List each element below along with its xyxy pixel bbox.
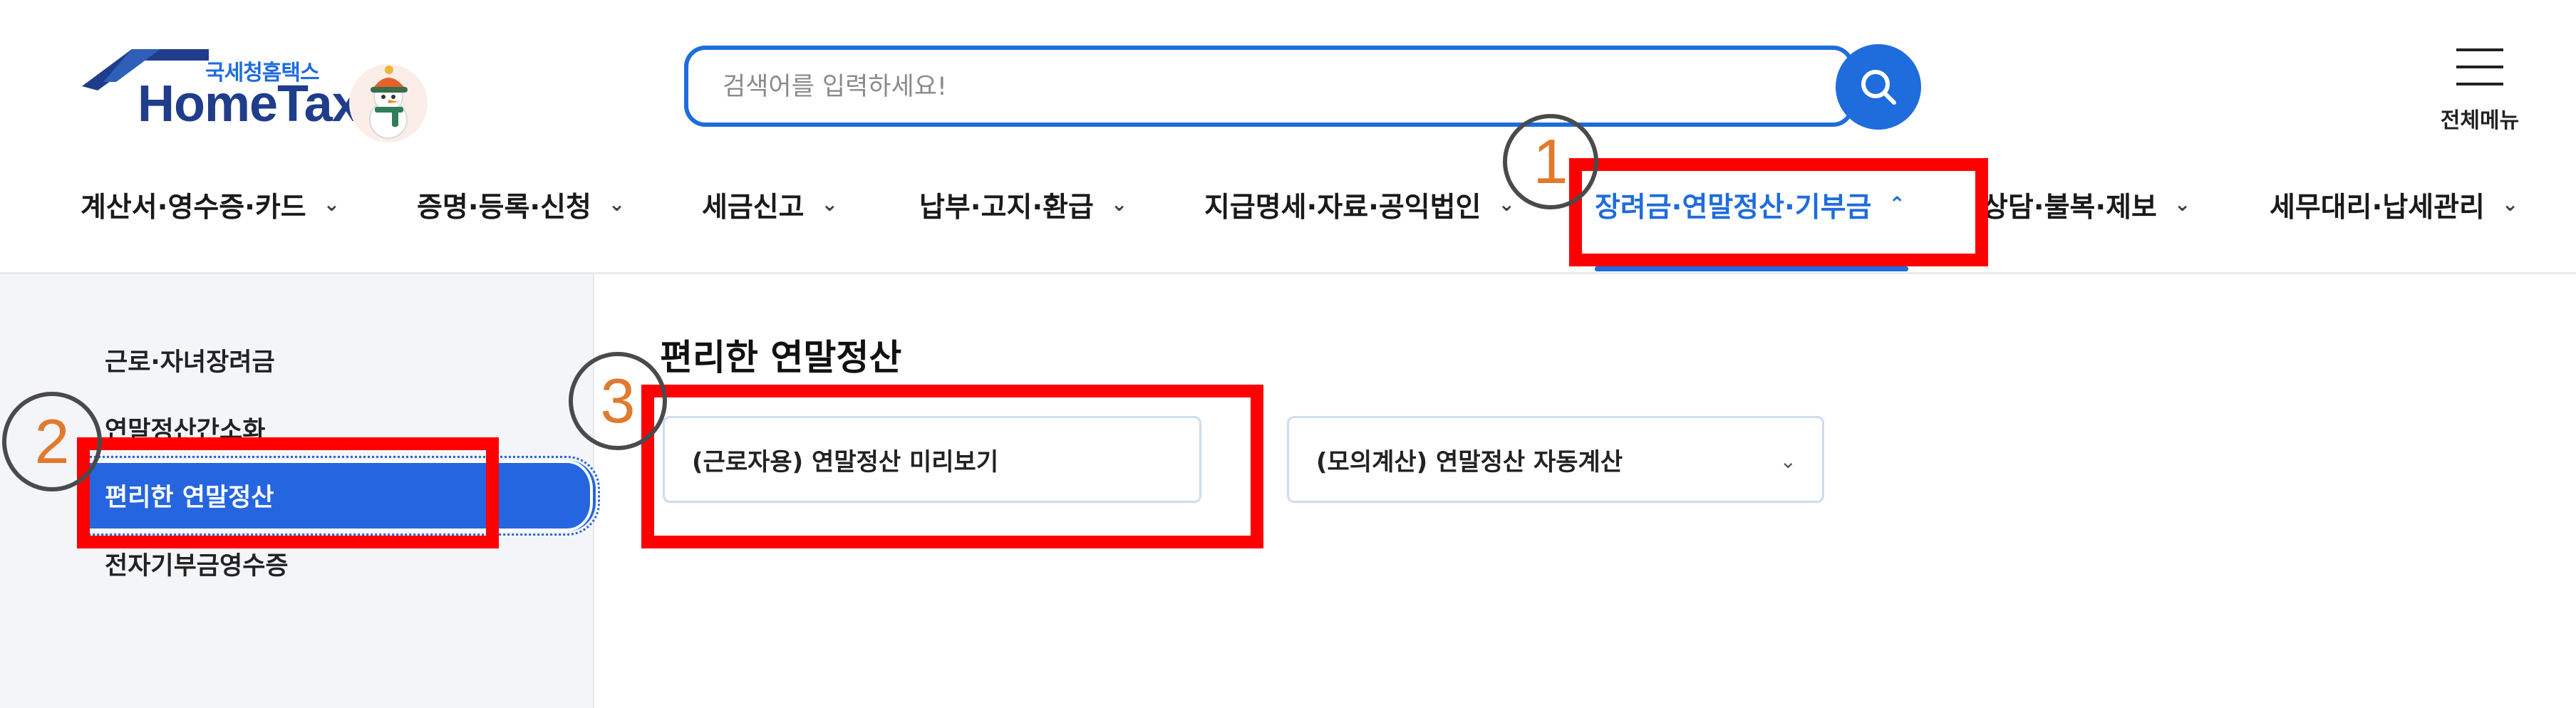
card-label: (모의계산) 연말정산 자동계산 — [1316, 447, 1623, 477]
gnb-item-invoice-receipt-card[interactable]: 계산서·영수증·카드 ⌄ — [81, 184, 340, 227]
gnb-item-tax-return[interactable]: 세금신고 ⌄ — [702, 184, 838, 227]
gnb-item-certificate-registration[interactable]: 증명·등록·신청 ⌄ — [417, 184, 625, 227]
page-title: 편리한 연말정산 — [660, 337, 902, 378]
gnb-item-payment-statement[interactable]: 지급명세·자료·공익법인 ⌄ — [1204, 184, 1515, 227]
search-icon — [1861, 70, 1896, 105]
gnb-item-label: 증명·등록·신청 — [417, 192, 591, 224]
search-box — [684, 46, 1854, 127]
chevron-down-icon: ⌄ — [1779, 449, 1796, 473]
gnb-item-label: 세무대리·납세관리 — [2270, 192, 2485, 224]
sidebar-item-work-child-incentive[interactable]: 근로·자녀장려금 — [105, 342, 275, 378]
highlight-box-3 — [641, 385, 1263, 548]
gnb-item-label: 계산서·영수증·카드 — [81, 192, 306, 224]
gnb-item-label: 납부·고지·환급 — [919, 192, 1094, 224]
gnb-item-label: 상담·불복·제보 — [1982, 192, 2157, 224]
gnb-item-consultation-appeal[interactable]: 상담·불복·제보 ⌄ — [1982, 184, 2190, 227]
chevron-down-icon: ⌄ — [608, 192, 626, 216]
highlight-box-1 — [1569, 158, 1988, 266]
gnb-item-label: 지급명세·자료·공익법인 — [1204, 192, 1481, 224]
step-number-1: 1 — [1503, 114, 1598, 209]
brand-name: HomeTax — [138, 76, 361, 132]
sidebar-item-electronic-donation-receipt[interactable]: 전자기부금영수증 — [105, 546, 289, 582]
step-number-3: 3 — [569, 352, 667, 450]
gnb-active-underline — [1595, 266, 1908, 271]
hometax-logo[interactable]: 국세청홈택스 HomeTax — [82, 46, 431, 146]
all-menu-label: 전체메뉴 — [2440, 108, 2520, 133]
search-button[interactable] — [1836, 44, 1921, 130]
chevron-down-icon: ⌄ — [1498, 192, 1515, 216]
chevron-down-icon: ⌄ — [2501, 192, 2519, 216]
all-menu-button[interactable]: 전체메뉴 — [2419, 41, 2540, 134]
snowman-mascot-icon — [349, 64, 428, 142]
hamburger-menu-icon — [2456, 48, 2503, 85]
chevron-down-icon: ⌄ — [821, 192, 838, 216]
yearend-auto-calc-dropdown[interactable]: (모의계산) 연말정산 자동계산 ⌄ — [1287, 416, 1824, 503]
chevron-down-icon: ⌄ — [2173, 192, 2191, 216]
search-input[interactable] — [721, 50, 1793, 124]
chevron-down-icon: ⌄ — [323, 192, 341, 216]
gnb-item-payment-refund[interactable]: 납부·고지·환급 ⌄ — [919, 184, 1127, 227]
gnb-item-label: 세금신고 — [702, 192, 805, 224]
highlight-box-2 — [77, 437, 499, 548]
chevron-down-icon: ⌄ — [1110, 192, 1128, 216]
gnb-item-tax-agent[interactable]: 세무대리·납세관리 ⌄ — [2270, 184, 2518, 227]
step-number-2: 2 — [2, 392, 102, 491]
